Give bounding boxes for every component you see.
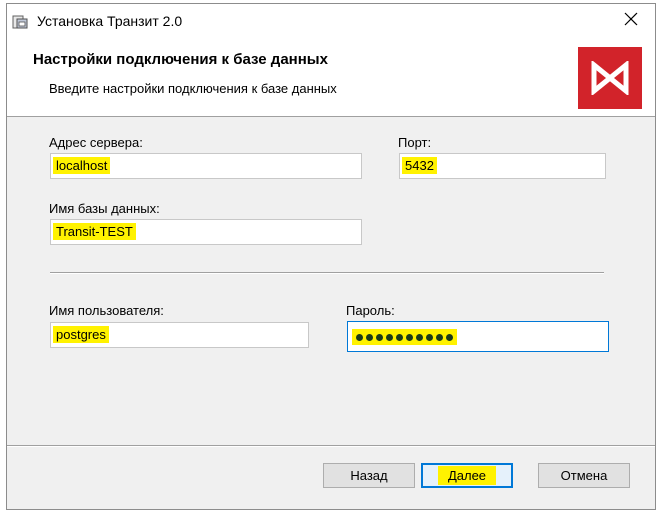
page-subtitle: Введите настройки подключения к базе дан…	[49, 81, 337, 96]
port-field[interactable]: 5432	[399, 153, 606, 179]
password-mask-dot	[396, 333, 403, 341]
footer-separator	[7, 445, 655, 447]
page-header: Настройки подключения к базе данных Введ…	[7, 38, 655, 117]
close-button[interactable]	[611, 6, 651, 36]
port-label: Порт:	[398, 135, 432, 150]
server-address-value: localhost	[53, 157, 111, 174]
password-mask-dot	[416, 333, 423, 341]
installer-app-icon	[12, 14, 28, 30]
username-value: postgres	[53, 326, 109, 343]
password-mask-dot	[366, 333, 373, 341]
page-title: Настройки подключения к базе данных	[33, 51, 328, 68]
password-field[interactable]	[347, 321, 609, 352]
database-name-label: Имя базы данных:	[49, 201, 160, 216]
next-button-label: Далее	[437, 466, 497, 485]
password-mask-dot	[446, 333, 453, 341]
password-mask-dot	[406, 333, 413, 341]
database-name-field[interactable]: Transit-TEST	[50, 219, 362, 245]
next-button[interactable]: Далее	[421, 463, 513, 488]
password-mask-dot	[426, 333, 433, 341]
username-label: Имя пользователя:	[49, 303, 164, 318]
password-mask-dot	[386, 333, 393, 341]
database-name-value: Transit-TEST	[53, 223, 136, 240]
close-icon	[624, 12, 638, 31]
server-address-label: Адрес сервера:	[49, 135, 143, 150]
password-label: Пароль:	[346, 303, 395, 318]
form-separator	[50, 272, 604, 274]
password-mask-dot	[356, 333, 363, 341]
port-value: 5432	[402, 157, 437, 174]
server-address-field[interactable]: localhost	[50, 153, 362, 179]
title-bar: Установка Транзит 2.0	[7, 4, 655, 38]
back-button[interactable]: Назад	[323, 463, 415, 488]
cancel-button[interactable]: Отмена	[538, 463, 630, 488]
window-title: Установка Транзит 2.0	[37, 13, 183, 29]
password-mask-dot	[376, 333, 383, 341]
password-mask-dot	[436, 333, 443, 341]
installer-window: Установка Транзит 2.0 Настройки подключе…	[6, 3, 656, 510]
username-field[interactable]: postgres	[50, 322, 309, 348]
password-masked-value	[352, 329, 457, 345]
moex-logo	[578, 47, 642, 109]
